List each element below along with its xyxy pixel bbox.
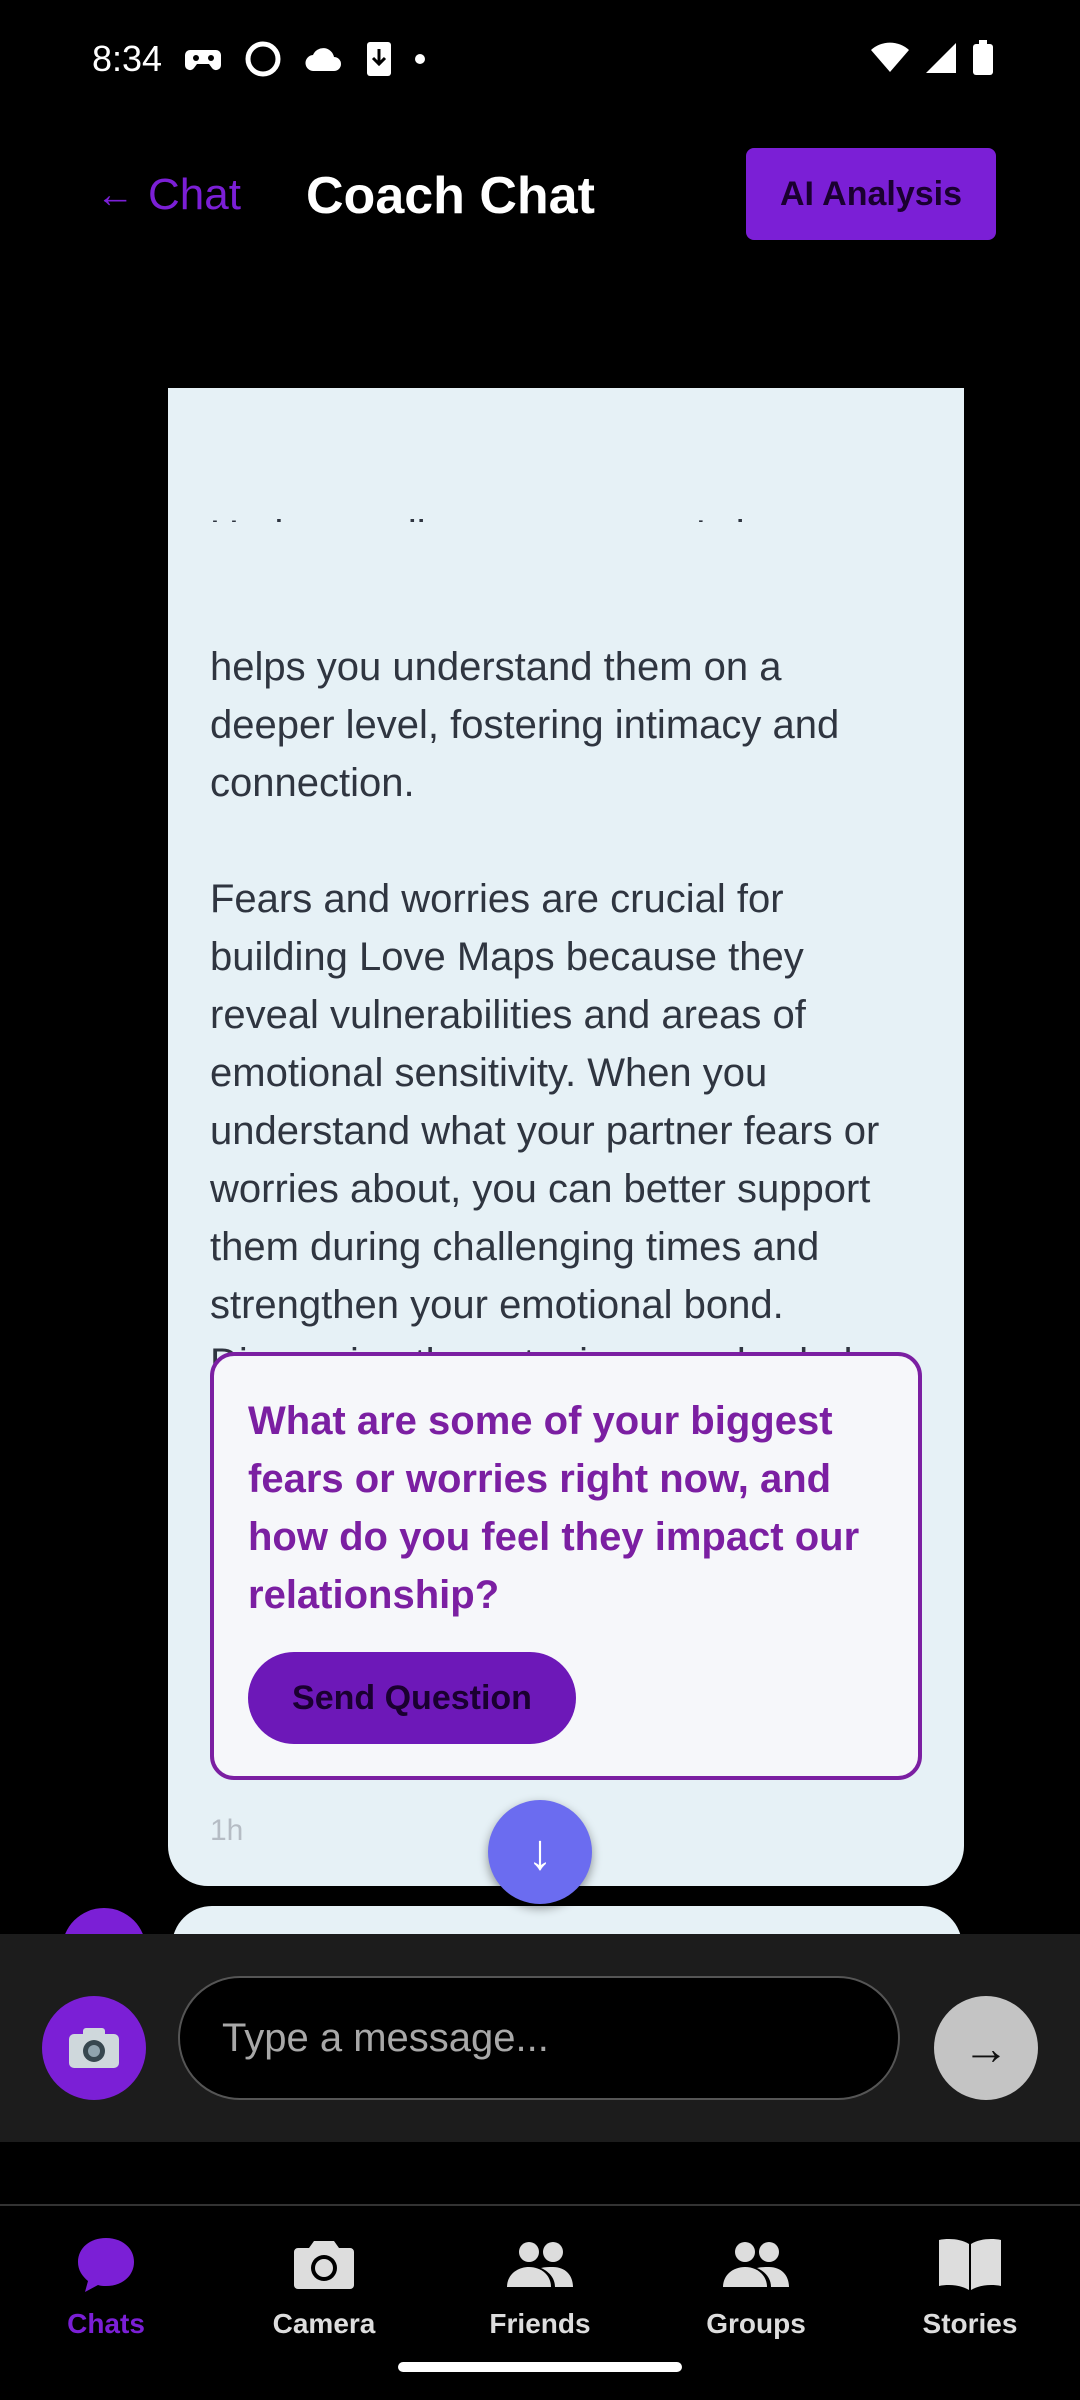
message-line: understand what your partner fears or bbox=[210, 1109, 880, 1153]
system-icons bbox=[870, 40, 994, 76]
send-question-button[interactable]: Send Question bbox=[248, 1652, 576, 1744]
arrow-down-icon: ↓ bbox=[527, 1824, 553, 1880]
book-icon bbox=[939, 2239, 1001, 2290]
nav-label: Camera bbox=[272, 2308, 376, 2339]
message-line: strengthen your emotional bond. bbox=[210, 1283, 784, 1327]
nav-item-groups[interactable]: Groups bbox=[666, 2226, 846, 2340]
message-line: reveal vulnerabilities and areas of bbox=[210, 993, 806, 1037]
message-input[interactable] bbox=[178, 1976, 900, 2100]
nav-item-friends[interactable]: Friends bbox=[450, 2226, 630, 2340]
camera-icon bbox=[294, 2241, 354, 2289]
nav-label: Chats bbox=[67, 2308, 145, 2339]
nav-item-camera[interactable]: Camera bbox=[234, 2226, 414, 2340]
people-icon bbox=[723, 2242, 789, 2287]
message-input-bar: → bbox=[0, 1934, 1080, 2142]
home-indicator[interactable] bbox=[398, 2362, 682, 2372]
people-icon bbox=[507, 2242, 573, 2287]
message-line: worries about, you can better support bbox=[210, 1167, 871, 1211]
chat-messages[interactable]: Understanding your partner's inner world… bbox=[0, 388, 1080, 1934]
wifi-icon bbox=[871, 42, 909, 72]
next-message-bubble bbox=[172, 1906, 962, 1934]
message-line: connection. bbox=[210, 761, 415, 805]
notification-icons bbox=[184, 40, 426, 78]
game-controller-icon bbox=[185, 50, 221, 70]
message-line bbox=[210, 812, 920, 870]
message-line: them during challenging times and bbox=[210, 1225, 820, 1269]
signal-icon bbox=[926, 43, 956, 73]
nav-item-stories[interactable]: Stories bbox=[880, 2226, 1060, 2340]
camera-icon bbox=[69, 2028, 119, 2068]
nav-label: Groups bbox=[706, 2308, 806, 2339]
coach-message-bubble: Understanding your partner's inner world… bbox=[168, 388, 964, 1886]
message-line: Understanding your partner's inner world bbox=[210, 506, 920, 522]
nav-item-chats[interactable]: Chats bbox=[16, 2226, 196, 2340]
dot-icon bbox=[415, 54, 425, 64]
cloud-icon bbox=[305, 48, 341, 72]
back-button[interactable]: ← Chat bbox=[96, 170, 241, 220]
download-icon bbox=[367, 42, 391, 76]
status-time: 8:34 bbox=[92, 38, 163, 79]
avatar bbox=[62, 1908, 146, 1934]
header: ← Chat Coach Chat AI Analysis bbox=[0, 140, 1080, 260]
message-timestamp: 1h bbox=[210, 1814, 244, 1847]
nav-label: Stories bbox=[922, 2308, 1018, 2339]
ai-analysis-button[interactable]: AI Analysis bbox=[746, 148, 996, 240]
message-line: emotional sensitivity. When you bbox=[210, 1051, 768, 1095]
send-message-button[interactable]: → bbox=[934, 1996, 1038, 2100]
nav-label: Friends bbox=[489, 2308, 591, 2339]
message-line: deeper level, fostering intimacy and bbox=[210, 703, 840, 747]
message-line: Fears and worries are crucial for bbox=[210, 877, 784, 921]
message-line: building Love Maps because they bbox=[210, 935, 804, 979]
back-arrow-icon: ← bbox=[96, 173, 134, 216]
chat-bubble-icon bbox=[78, 2238, 134, 2292]
suggested-question-card: What are some of your biggest fears or w… bbox=[210, 1352, 922, 1780]
message-line: helps you understand them on a bbox=[210, 645, 782, 689]
arrow-right-icon: → bbox=[963, 2022, 1009, 2074]
battery-icon bbox=[973, 40, 993, 75]
scroll-to-bottom-button[interactable]: ↓ bbox=[488, 1800, 592, 1904]
status-bar: 8:34 bbox=[0, 0, 1080, 120]
circle-icon bbox=[245, 41, 281, 77]
page-title: Coach Chat bbox=[306, 167, 595, 225]
camera-button[interactable] bbox=[42, 1996, 146, 2100]
suggested-question-text: What are some of your biggest fears or w… bbox=[248, 1399, 860, 1617]
back-label: Chat bbox=[148, 170, 241, 219]
